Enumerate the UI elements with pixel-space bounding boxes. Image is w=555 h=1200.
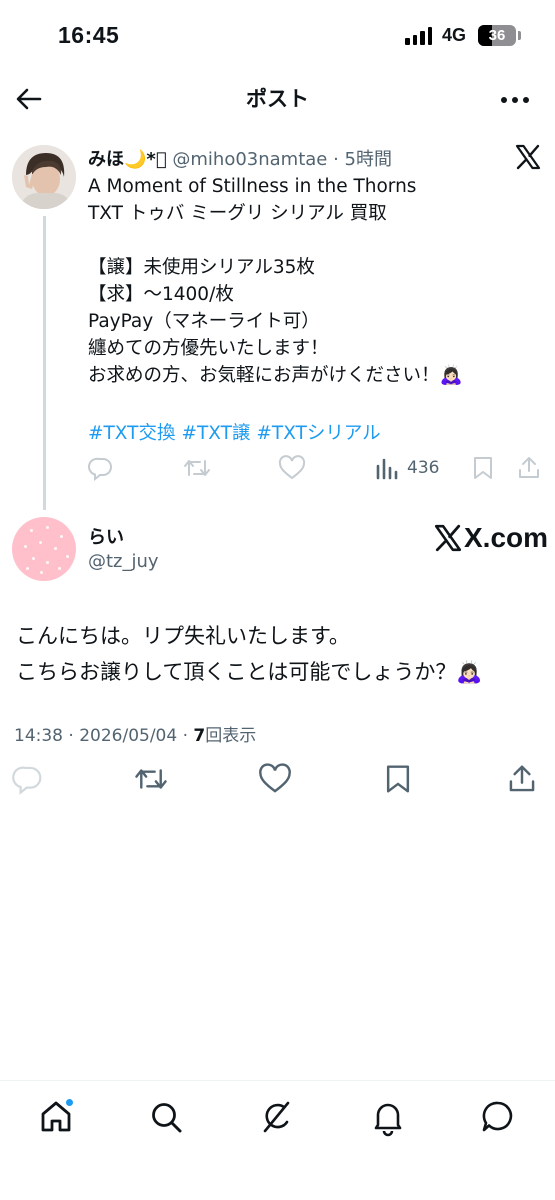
more-button[interactable] bbox=[496, 82, 534, 116]
reply-meta: 14:38 · 2026/05/04 · 7回表示 bbox=[14, 721, 256, 746]
repost-button[interactable] bbox=[134, 763, 168, 797]
bottom-nav bbox=[0, 1080, 555, 1200]
reply-button[interactable] bbox=[88, 454, 114, 482]
more-horizontal-icon bbox=[501, 97, 529, 103]
repost-icon bbox=[184, 460, 210, 476]
avatar[interactable] bbox=[12, 517, 76, 581]
reply-text: こんにちは。リプ失礼いたします。 こちらお譲りして頂くことは可能でしょうか？🙇🏻… bbox=[16, 624, 483, 684]
repost-button[interactable] bbox=[183, 454, 211, 482]
author-handle[interactable]: @miho03namtae bbox=[172, 149, 327, 170]
thread-line bbox=[43, 216, 46, 510]
views-chart-icon bbox=[376, 458, 398, 480]
status-time: 16:45 bbox=[58, 22, 120, 48]
like-button[interactable] bbox=[258, 763, 292, 797]
bookmark-button[interactable] bbox=[383, 763, 417, 797]
reply-icon bbox=[88, 457, 112, 481]
repost-icon bbox=[135, 769, 167, 789]
like-button[interactable] bbox=[278, 454, 306, 482]
author-name[interactable]: らい bbox=[88, 523, 124, 549]
nav-home[interactable] bbox=[36, 1097, 76, 1137]
post-time: 5時間 bbox=[344, 149, 392, 170]
share-icon bbox=[519, 457, 539, 478]
nav-grok[interactable] bbox=[257, 1097, 297, 1137]
profile-photo-icon bbox=[12, 145, 76, 209]
network-label: 4G bbox=[442, 25, 467, 45]
post-text: A Moment of Stillness in the Thorns TXT … bbox=[88, 176, 463, 386]
views-button[interactable]: 436 bbox=[375, 454, 439, 482]
view-count: 7 bbox=[193, 726, 206, 746]
hashtag-link[interactable]: #TXTシリアル bbox=[256, 423, 380, 444]
status-bar: 16:45 4G 36 bbox=[0, 0, 555, 70]
bookmark-icon bbox=[474, 457, 492, 479]
top-header: ポスト bbox=[0, 78, 555, 118]
view-label[interactable]: 回表示 bbox=[205, 726, 256, 746]
hashtag-link[interactable]: #TXT譲 bbox=[181, 423, 250, 444]
post-header: みほ🌙*ﾟ @miho03namtae · 5時間 bbox=[88, 145, 392, 171]
bookmark-icon bbox=[386, 765, 410, 793]
search-icon bbox=[152, 1103, 182, 1133]
nav-messages[interactable] bbox=[478, 1097, 518, 1137]
avatar[interactable] bbox=[12, 145, 76, 209]
page-title: ポスト bbox=[246, 87, 309, 111]
messages-icon bbox=[482, 1101, 513, 1132]
share-button[interactable] bbox=[507, 763, 541, 797]
meta-separator: · bbox=[327, 149, 345, 170]
post-action-bar: 436 bbox=[88, 454, 543, 484]
bookmark-button[interactable] bbox=[472, 454, 494, 482]
author-handle[interactable]: @tz_juy bbox=[88, 551, 159, 572]
hashtag-list: #TXT交換 #TXT譲 #TXTシリアル bbox=[88, 419, 387, 445]
reply-action-bar bbox=[0, 763, 555, 799]
battery-level: 36 bbox=[488, 27, 506, 44]
reply-icon bbox=[12, 766, 42, 795]
view-count: 436 bbox=[407, 458, 440, 478]
nav-notifications[interactable] bbox=[368, 1097, 408, 1137]
heart-icon bbox=[278, 455, 306, 480]
reply-button[interactable] bbox=[12, 763, 46, 797]
heart-icon bbox=[259, 763, 291, 793]
battery-cap bbox=[518, 31, 521, 40]
timestamp: 14:38 · 2026/05/04 · bbox=[14, 726, 194, 746]
grok-icon bbox=[263, 1101, 290, 1133]
battery-icon: 36 bbox=[478, 25, 516, 46]
x-logo-icon bbox=[514, 143, 542, 171]
share-button[interactable] bbox=[517, 454, 541, 482]
author-name[interactable]: みほ🌙*ﾟ bbox=[88, 149, 167, 170]
share-icon bbox=[509, 765, 535, 792]
hashtag-link[interactable]: #TXT交換 bbox=[88, 423, 175, 444]
watermark-text: X.com bbox=[464, 522, 549, 553]
signal-icon bbox=[405, 27, 432, 45]
nav-search[interactable] bbox=[146, 1097, 186, 1137]
notifications-icon bbox=[374, 1103, 402, 1137]
notification-dot bbox=[65, 1098, 74, 1107]
x-com-watermark: X.com bbox=[433, 521, 548, 555]
x-logo-icon bbox=[434, 524, 462, 552]
